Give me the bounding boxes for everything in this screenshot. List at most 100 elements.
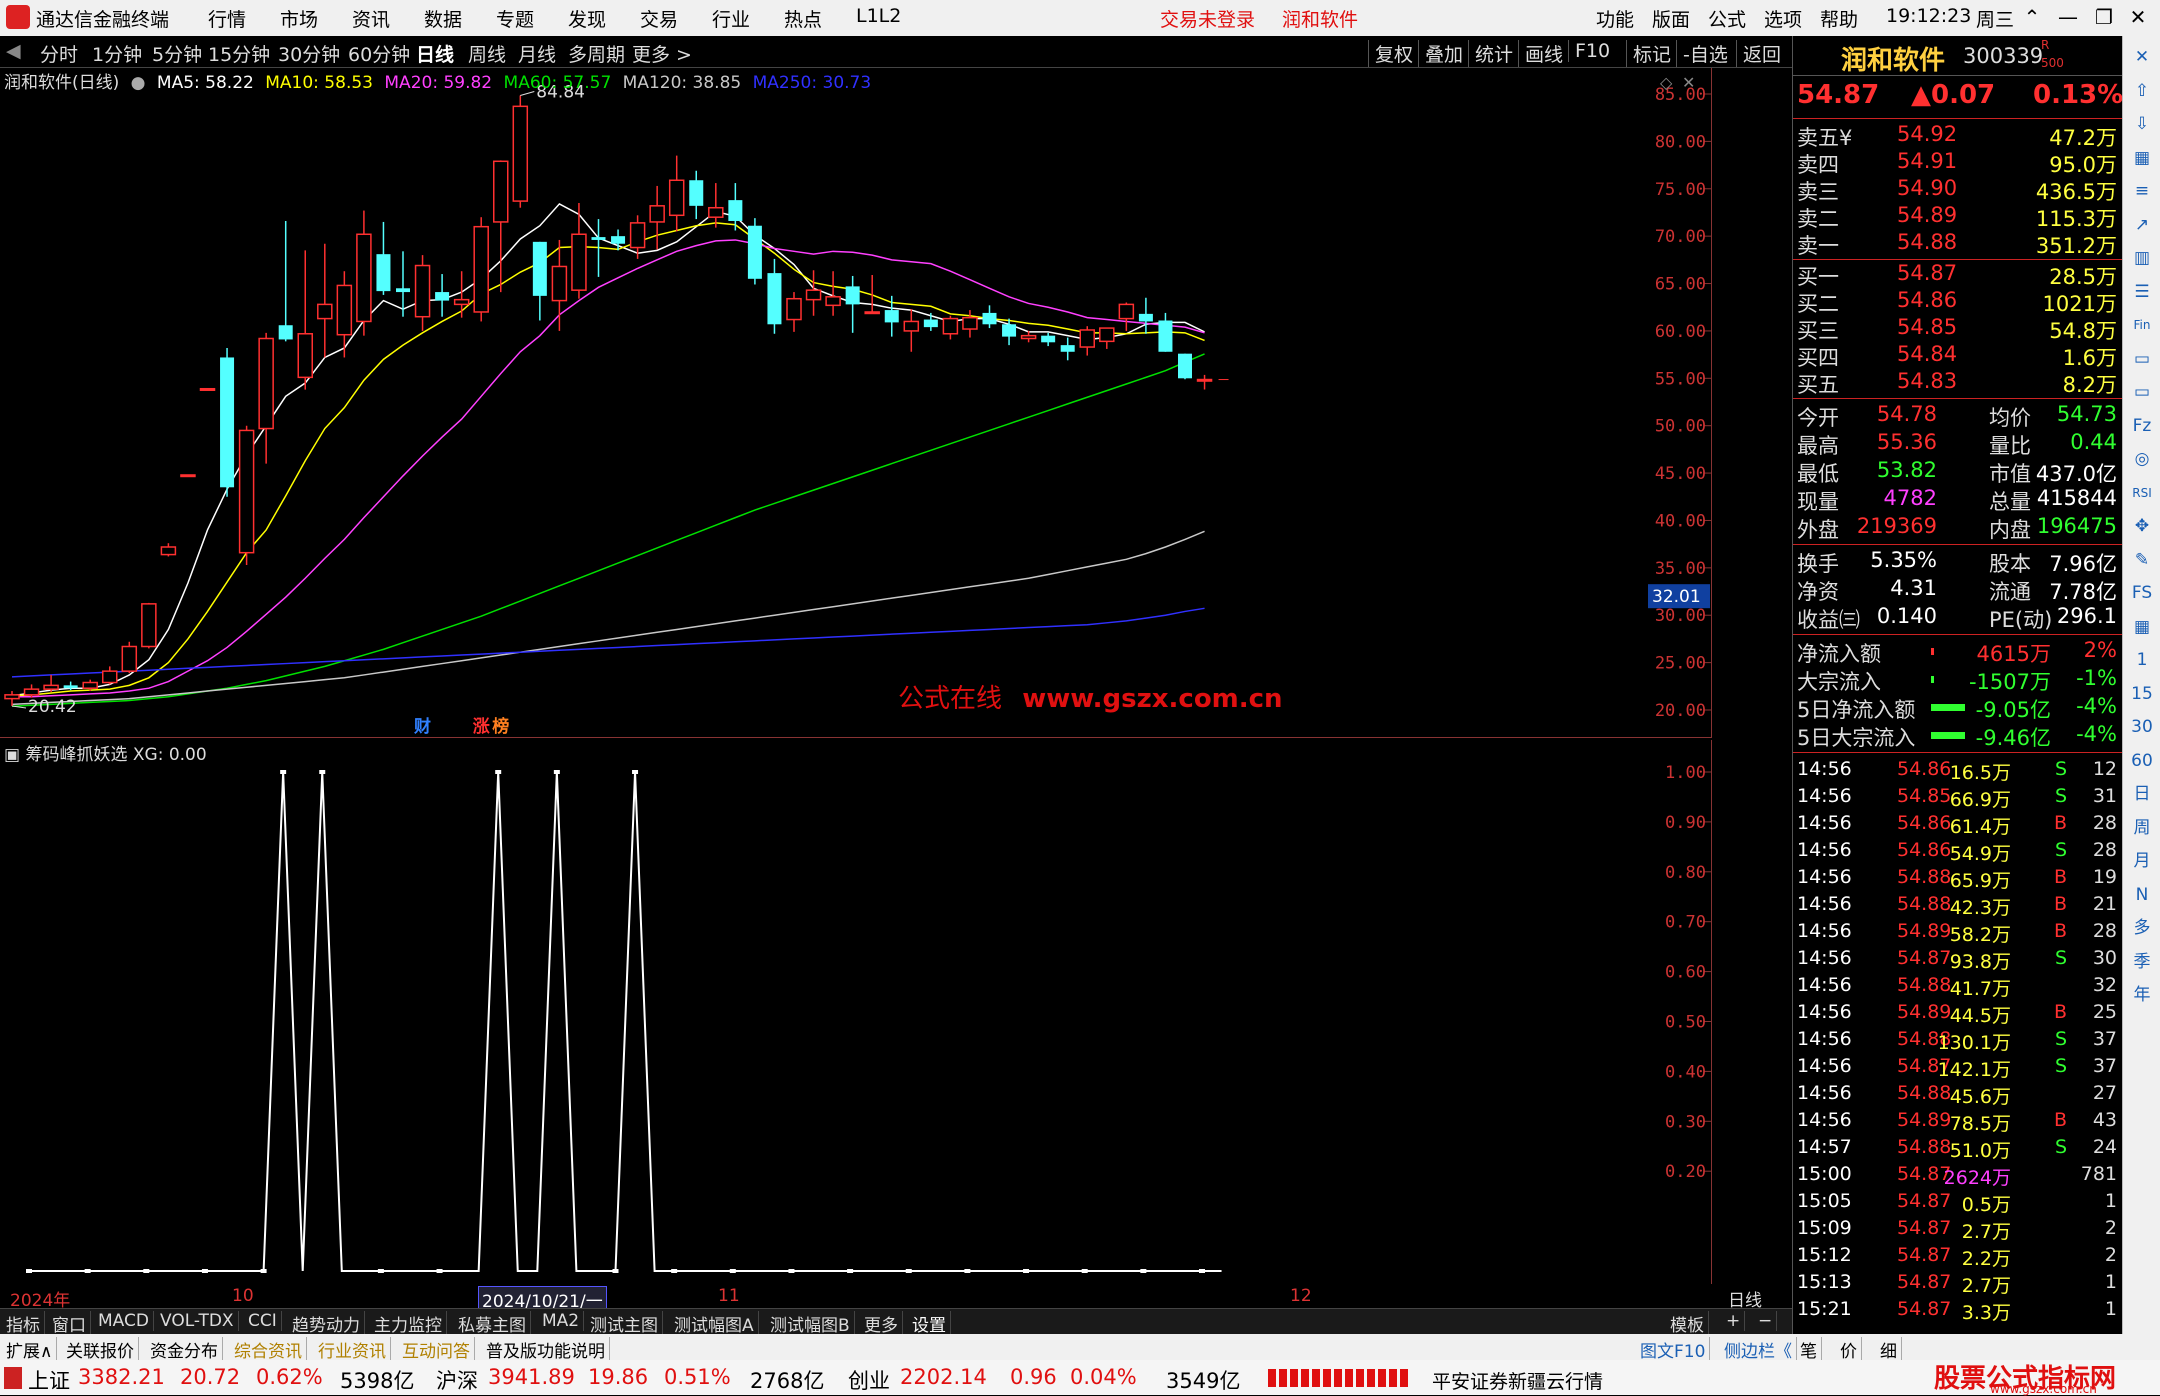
menu-item[interactable]: 发现	[568, 5, 606, 32]
tick-row[interactable]: 15:12 54.87 2.2万 2	[1793, 1244, 2123, 1271]
menu-item[interactable]: 公式	[1708, 5, 1746, 32]
menu-item[interactable]: 资讯	[352, 5, 390, 32]
tick-row[interactable]: 14:56 54.89 58.2万 B 28	[1793, 920, 2123, 947]
candlestick-chart[interactable]: 85.0080.0075.0070.0065.0060.0055.0050.00…	[0, 68, 1712, 738]
info-tab[interactable]: 行业资讯	[314, 1337, 391, 1362]
tick-row[interactable]: 14:56 54.88 42.3万 B 21	[1793, 893, 2123, 920]
tick-row[interactable]: 14:56 54.86 16.5万 S 12	[1793, 758, 2123, 785]
indicator-tab[interactable]: 窗口	[48, 1311, 91, 1336]
menu-item[interactable]: 行业	[712, 5, 750, 32]
tick-row[interactable]: 14:56 54.88 41.7万 32	[1793, 974, 2123, 1001]
menu-item[interactable]: 帮助	[1820, 5, 1858, 32]
stat-row[interactable]: 现量 4782 总量 415844	[1793, 486, 2123, 514]
flow-row[interactable]: 净流入额 4615万 2%	[1793, 638, 2123, 666]
tool-icon[interactable]: Fz	[2127, 411, 2157, 441]
menu-item[interactable]: 热点	[784, 5, 822, 32]
stat-row[interactable]: 最低 53.82 市值 437.0亿	[1793, 458, 2123, 486]
tick-row[interactable]: 14:56 54.89 78.5万 B 43	[1793, 1109, 2123, 1136]
indicator-tab[interactable]: 私募主图	[454, 1311, 531, 1336]
tool-icon[interactable]: RSI	[2127, 478, 2157, 508]
ask-row[interactable]: 卖三 54.90 436.5万	[1793, 176, 2123, 204]
collapse-button[interactable]: ⌃	[2018, 3, 2046, 31]
tool-icon[interactable]: ✕	[2127, 42, 2157, 72]
period-tab[interactable]: 15分钟	[208, 40, 270, 67]
tool-icon[interactable]: 60	[2127, 746, 2157, 776]
tool-icon[interactable]: ▭	[2127, 344, 2157, 374]
tool-icon[interactable]: FS	[2127, 578, 2157, 608]
sh-name[interactable]: 上证	[28, 1365, 70, 1395]
tick-row[interactable]: 14:56 54.89 44.5万 B 25	[1793, 1001, 2123, 1028]
f10-link[interactable]: 图文F10	[1636, 1337, 1711, 1362]
menu-item[interactable]: 市场	[280, 5, 318, 32]
menu-item[interactable]: 数据	[424, 5, 462, 32]
period-tab[interactable]: 60分钟	[348, 40, 410, 67]
info-tab[interactable]: 扩展∧	[2, 1337, 58, 1362]
period-tab-active[interactable]: 日线	[416, 40, 454, 67]
tool-icon[interactable]: ▦	[2127, 612, 2157, 642]
menu-item[interactable]: 功能	[1596, 5, 1634, 32]
stat-row[interactable]: 换手 5.35% 股本 7.96亿	[1793, 548, 2123, 576]
period-tab[interactable]: 30分钟	[278, 40, 340, 67]
toolbar-button[interactable]: 画线	[1518, 40, 1563, 67]
toolbar-button[interactable]: 返回	[1736, 40, 1781, 67]
toolbar-button[interactable]: F10	[1568, 40, 1610, 62]
tick-row[interactable]: 15:05 54.87 0.5万 1	[1793, 1190, 2123, 1217]
tick-row[interactable]: 14:57 54.88 51.0万 S 24	[1793, 1136, 2123, 1163]
menu-item[interactable]: 版面	[1652, 5, 1690, 32]
tick-row[interactable]: 14:56 54.86 54.9万 S 28	[1793, 839, 2123, 866]
period-tab[interactable]: 1分钟	[92, 40, 142, 67]
tool-icon[interactable]: ◎	[2127, 444, 2157, 474]
ask-row[interactable]: 卖五¥ 54.92 47.2万	[1793, 122, 2123, 150]
sidebar-toggle[interactable]: 侧边栏《	[1720, 1337, 1797, 1362]
hs-name[interactable]: 沪深	[436, 1365, 478, 1395]
indicator-tab[interactable]: 指标	[2, 1311, 45, 1336]
tool-icon[interactable]: 周	[2127, 813, 2157, 843]
info-tab[interactable]: 普及版功能说明	[482, 1337, 610, 1362]
indicator-tab[interactable]: 测试幅图B	[766, 1311, 855, 1336]
flow-row[interactable]: 5日净流入额 -9.05亿 -4%	[1793, 694, 2123, 722]
add-button[interactable]: +	[1722, 1311, 1746, 1331]
side-tab[interactable]: 细	[1876, 1337, 1902, 1362]
menu-item[interactable]: 交易	[640, 5, 678, 32]
ask-row[interactable]: 卖四 54.91 95.0万	[1793, 149, 2123, 177]
minimize-button[interactable]: —	[2054, 3, 2082, 31]
tool-icon[interactable]: Fin	[2127, 310, 2157, 340]
indicator-chart[interactable]: ▣ 筹码峰抓妖选 XG: 0.00 1.00 0.90 0.80 0.70 0.60 0.5…	[0, 740, 1712, 1284]
tool-icon[interactable]: ✥	[2127, 511, 2157, 541]
toolbar-button[interactable]: 叠加	[1418, 40, 1463, 67]
ask-row[interactable]: 卖二 54.89 115.3万	[1793, 203, 2123, 231]
period-tab[interactable]: 5分钟	[152, 40, 202, 67]
tool-icon[interactable]: 月	[2127, 846, 2157, 876]
template-button[interactable]: 模板	[1666, 1311, 1709, 1336]
bid-row[interactable]: 买四 54.84 1.6万	[1793, 342, 2123, 370]
indicator-tab[interactable]: 趋势动力	[288, 1311, 365, 1336]
info-tab[interactable]: 资金分布	[146, 1337, 223, 1362]
toolbar-button[interactable]: 统计	[1468, 40, 1513, 67]
tick-row[interactable]: 14:56 54.86 61.4万 B 28	[1793, 812, 2123, 839]
bid-row[interactable]: 买五 54.83 8.2万	[1793, 369, 2123, 397]
menu-item[interactable]: L1L2	[856, 5, 901, 27]
settings-tab[interactable]: 设置	[908, 1311, 951, 1336]
tick-row[interactable]: 14:56 54.85 66.9万 S 31	[1793, 785, 2123, 812]
info-tab[interactable]: 互动问答	[398, 1337, 475, 1362]
tool-icon[interactable]: ▦	[2127, 143, 2157, 173]
tool-icon[interactable]: ↗	[2127, 210, 2157, 240]
indicator-tab[interactable]: MACD	[94, 1311, 154, 1331]
indicator-tab[interactable]: CCI	[244, 1311, 282, 1331]
bid-row[interactable]: 买一 54.87 28.5万	[1793, 261, 2123, 289]
bid-row[interactable]: 买三 54.85 54.8万	[1793, 315, 2123, 343]
tool-icon[interactable]: ✎	[2127, 545, 2157, 575]
tool-icon[interactable]: 30	[2127, 712, 2157, 742]
period-tab[interactable]: 周线	[468, 40, 506, 67]
flow-row[interactable]: 5日大宗流入 -9.46亿 -4%	[1793, 722, 2123, 750]
tick-row[interactable]: 14:56 54.87 142.1万 S 37	[1793, 1055, 2123, 1082]
period-tab[interactable]: 更多 >	[632, 40, 692, 67]
tool-icon[interactable]: ⇩	[2127, 109, 2157, 139]
tool-icon[interactable]: N	[2127, 880, 2157, 910]
flow-row[interactable]: 大宗流入 -1507万 -1%	[1793, 666, 2123, 694]
menu-item[interactable]: 专题	[496, 5, 534, 32]
tick-row[interactable]: 14:56 54.88 65.9万 B 19	[1793, 866, 2123, 893]
tool-icon[interactable]: 日	[2127, 779, 2157, 809]
tool-icon[interactable]: ⇧	[2127, 76, 2157, 106]
tool-icon[interactable]: 15	[2127, 679, 2157, 709]
